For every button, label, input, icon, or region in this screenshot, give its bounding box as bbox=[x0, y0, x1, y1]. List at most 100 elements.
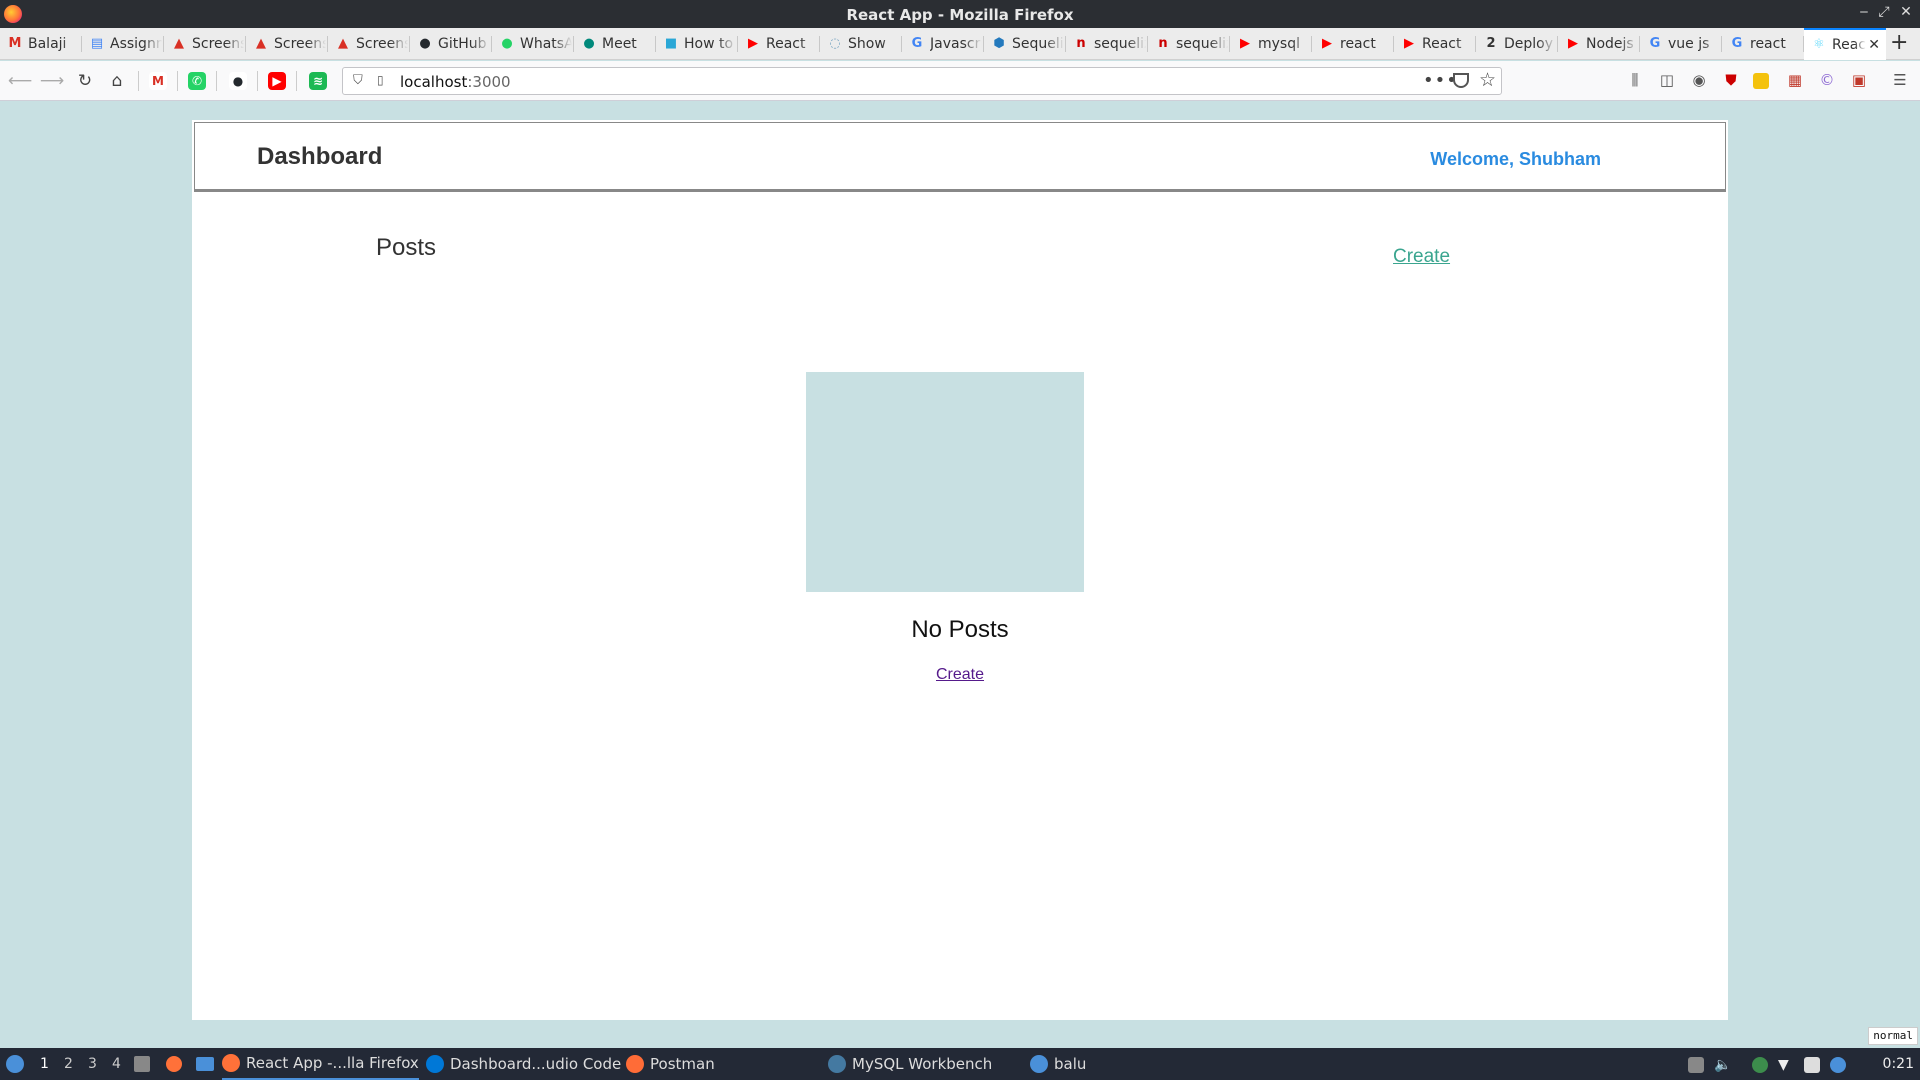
create-post-wrapper: Create bbox=[192, 666, 1728, 684]
browser-tab[interactable]: ◌ Show bbox=[820, 28, 902, 60]
terminal-launcher-icon[interactable] bbox=[196, 1057, 214, 1071]
navigation-toolbar: ⟵ ⟶ ↻ ⌂ M ✆ ● ▶ ≋ ⛉ ▯ localhost:3000 ••• ☆ ⫼… bbox=[0, 61, 1920, 101]
dashboard-title: Dashboard bbox=[257, 143, 383, 170]
extension-flag-icon[interactable]: ▣ bbox=[1849, 71, 1869, 91]
browser-tab[interactable]: ▶ mysql bbox=[1230, 28, 1312, 60]
tab-favicon-icon: ▶ bbox=[1240, 36, 1250, 51]
browser-tab[interactable]: n sequelize bbox=[1066, 28, 1148, 60]
extension-c-icon[interactable]: © bbox=[1817, 71, 1837, 91]
workspace-4[interactable]: 4 bbox=[112, 1056, 121, 1072]
taskbar-app[interactable]: balu bbox=[1030, 1048, 1086, 1080]
minimize-button[interactable]: ‒ bbox=[1856, 4, 1872, 20]
tab-label: Screenshot bbox=[274, 36, 326, 52]
account-icon[interactable]: ◉ bbox=[1689, 71, 1709, 91]
tray-notes-icon[interactable] bbox=[1804, 1057, 1820, 1073]
browser-tab[interactable]: ▶ Nodejs bbox=[1558, 28, 1640, 60]
taskbar-app[interactable]: React App -...lla Firefox bbox=[222, 1048, 419, 1080]
browser-tab[interactable]: ● GitHub bbox=[410, 28, 492, 60]
tab-favicon-icon: 2 bbox=[1486, 36, 1496, 51]
taskbar-app[interactable]: Dashboard...udio Code bbox=[426, 1048, 621, 1080]
tray-clipboard-icon[interactable] bbox=[1688, 1057, 1704, 1073]
browser-tab[interactable]: ▶ React bbox=[1394, 28, 1476, 60]
browser-tab[interactable]: Gvue js bbox=[1640, 28, 1722, 60]
tab-close-icon[interactable]: ✕ bbox=[1868, 37, 1880, 53]
volume-icon[interactable]: 🔈 bbox=[1714, 1057, 1732, 1073]
hamburger-menu-icon[interactable]: ☰ bbox=[1890, 71, 1910, 91]
page-info-icon[interactable]: ▯ bbox=[377, 73, 384, 87]
spotify-bookmark-icon[interactable]: ≋ bbox=[309, 72, 327, 90]
browser-tab[interactable]: ● WhatsApp bbox=[492, 28, 574, 60]
wifi-icon[interactable]: ▼ bbox=[1778, 1057, 1794, 1073]
workspace-3[interactable]: 3 bbox=[88, 1056, 97, 1072]
library-icon[interactable]: ⫼ bbox=[1625, 71, 1645, 91]
tab-favicon-icon: ● bbox=[419, 36, 431, 51]
youtube-bookmark-icon[interactable]: ▶ bbox=[268, 72, 286, 90]
browser-tab[interactable]: n sequelize bbox=[1148, 28, 1230, 60]
tab-favicon-icon: n bbox=[1158, 36, 1168, 51]
browser-tab[interactable]: ■ How to bbox=[656, 28, 738, 60]
new-tab-button[interactable]: + bbox=[1890, 32, 1908, 54]
maximize-button[interactable]: ⤢ bbox=[1876, 4, 1892, 20]
browser-tab[interactable]: Greact bbox=[1722, 28, 1804, 60]
whatsapp-bookmark-icon[interactable]: ✆ bbox=[188, 72, 206, 90]
tab-favicon-icon: ⬢ bbox=[993, 36, 1005, 51]
tab-label: Show bbox=[848, 36, 886, 52]
tab-label: React bbox=[1422, 36, 1462, 52]
file-manager-launcher-icon[interactable] bbox=[134, 1056, 150, 1072]
tab-favicon-icon: G bbox=[911, 36, 923, 51]
taskbar-app-icon bbox=[626, 1055, 644, 1073]
create-post-link-bottom[interactable]: Create bbox=[936, 666, 984, 683]
home-icon[interactable]: ⌂ bbox=[107, 71, 127, 91]
tab-label: WhatsApp bbox=[520, 36, 572, 52]
browser-tab[interactable]: ⚛ React✕ bbox=[1804, 28, 1886, 60]
sidebar-icon[interactable]: ◫ bbox=[1657, 71, 1677, 91]
taskbar-app-label: balu bbox=[1054, 1055, 1087, 1073]
workspace-2[interactable]: 2 bbox=[64, 1056, 73, 1072]
ublock-extension-icon[interactable]: ⛊ bbox=[1721, 71, 1741, 91]
reload-icon[interactable]: ↻ bbox=[75, 71, 95, 91]
welcome-message: Welcome, Shubham bbox=[1430, 149, 1601, 169]
forward-icon[interactable]: ⟶ bbox=[40, 71, 64, 91]
tab-favicon-icon: ■ bbox=[664, 36, 678, 51]
extension-icon[interactable] bbox=[1753, 73, 1769, 89]
browser-tab[interactable]: ▶ React bbox=[738, 28, 820, 60]
taskbar-app-icon bbox=[828, 1055, 846, 1073]
tab-label: sequelize bbox=[1176, 36, 1228, 52]
window-close-button[interactable]: ✕ bbox=[1898, 4, 1914, 20]
browser-tab[interactable]: 2 Deploy bbox=[1476, 28, 1558, 60]
bookmark-star-icon[interactable]: ☆ bbox=[1479, 69, 1496, 91]
pocket-icon[interactable] bbox=[1453, 73, 1469, 88]
browser-tab[interactable]: ● Meet bbox=[574, 28, 656, 60]
tray-update-icon[interactable] bbox=[1830, 1057, 1846, 1073]
browser-tab[interactable]: G Javascript bbox=[902, 28, 984, 60]
taskbar-app[interactable]: Postman bbox=[626, 1048, 715, 1080]
gmail-bookmark-icon[interactable]: M bbox=[149, 72, 167, 90]
window-titlebar: React App - Mozilla Firefox ‒ ⤢ ✕ bbox=[0, 0, 1920, 28]
browser-tab[interactable]: ▤ Assignment bbox=[82, 28, 164, 60]
firefox-launcher-icon[interactable] bbox=[166, 1056, 182, 1072]
create-post-link-top[interactable]: Create bbox=[1393, 246, 1450, 268]
extension-grid-icon[interactable]: ▦ bbox=[1785, 71, 1805, 91]
tab-favicon-icon: ▶ bbox=[1568, 36, 1578, 51]
dashboard-header: Dashboard Welcome, Shubham bbox=[194, 122, 1726, 192]
url-bar[interactable]: ⛉ ▯ localhost:3000 ••• ☆ bbox=[342, 67, 1502, 95]
browser-tab[interactable]: ▶ react bbox=[1312, 28, 1394, 60]
tab-label: Assignment bbox=[110, 36, 162, 52]
github-bookmark-icon[interactable]: ● bbox=[229, 72, 247, 90]
taskbar-app[interactable]: MySQL Workbench bbox=[828, 1048, 992, 1080]
start-menu-icon[interactable] bbox=[6, 1055, 24, 1073]
url-text[interactable]: localhost:3000 bbox=[400, 73, 511, 91]
url-port: :3000 bbox=[467, 73, 511, 91]
tab-label: react bbox=[1750, 36, 1786, 52]
dashboard-card: Dashboard Welcome, Shubham Posts Create … bbox=[192, 120, 1728, 1020]
browser-tab[interactable]: M Balaji bbox=[0, 28, 82, 60]
tray-network-status-icon[interactable] bbox=[1752, 1057, 1768, 1073]
browser-tab[interactable]: ⬢ Sequelize bbox=[984, 28, 1066, 60]
back-icon[interactable]: ⟵ bbox=[8, 71, 32, 91]
taskbar-app-icon bbox=[222, 1054, 240, 1072]
workspace-1[interactable]: 1 bbox=[40, 1056, 49, 1072]
browser-tab[interactable]: ▲ Screenshot bbox=[328, 28, 410, 60]
browser-tab[interactable]: ▲ Screenshot bbox=[246, 28, 328, 60]
browser-tab[interactable]: ▲ Screenshot bbox=[164, 28, 246, 60]
tracking-shield-icon[interactable]: ⛉ bbox=[353, 73, 363, 88]
